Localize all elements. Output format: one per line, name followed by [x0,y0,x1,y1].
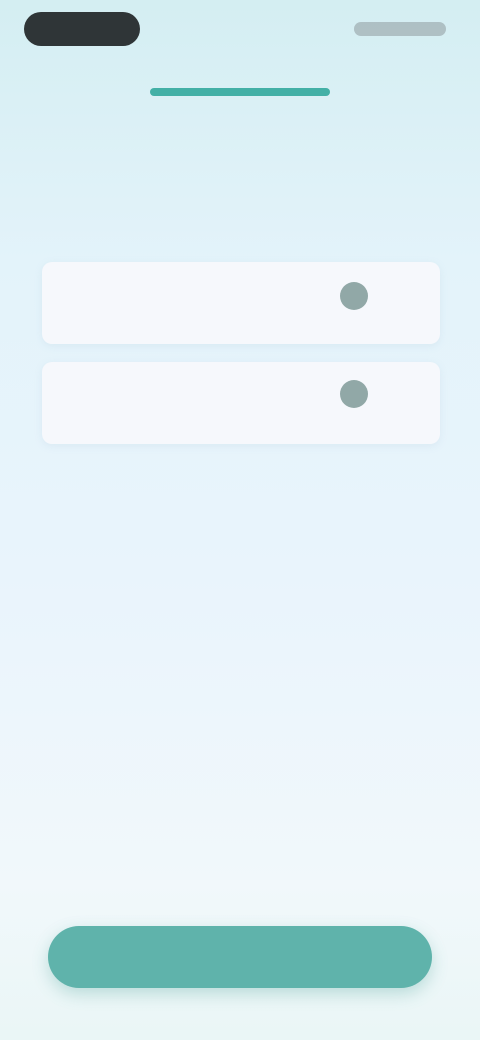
time-indicator [24,12,140,46]
progress-bar [150,88,330,96]
option-select-toggle[interactable] [340,282,368,310]
option-card-2[interactable] [42,362,440,444]
continue-button[interactable] [48,926,432,988]
status-bar [0,0,480,60]
option-select-toggle[interactable] [340,380,368,408]
status-icons [354,22,446,36]
option-card-1[interactable] [42,262,440,344]
options-list [42,262,440,462]
progress-fill [150,88,330,96]
